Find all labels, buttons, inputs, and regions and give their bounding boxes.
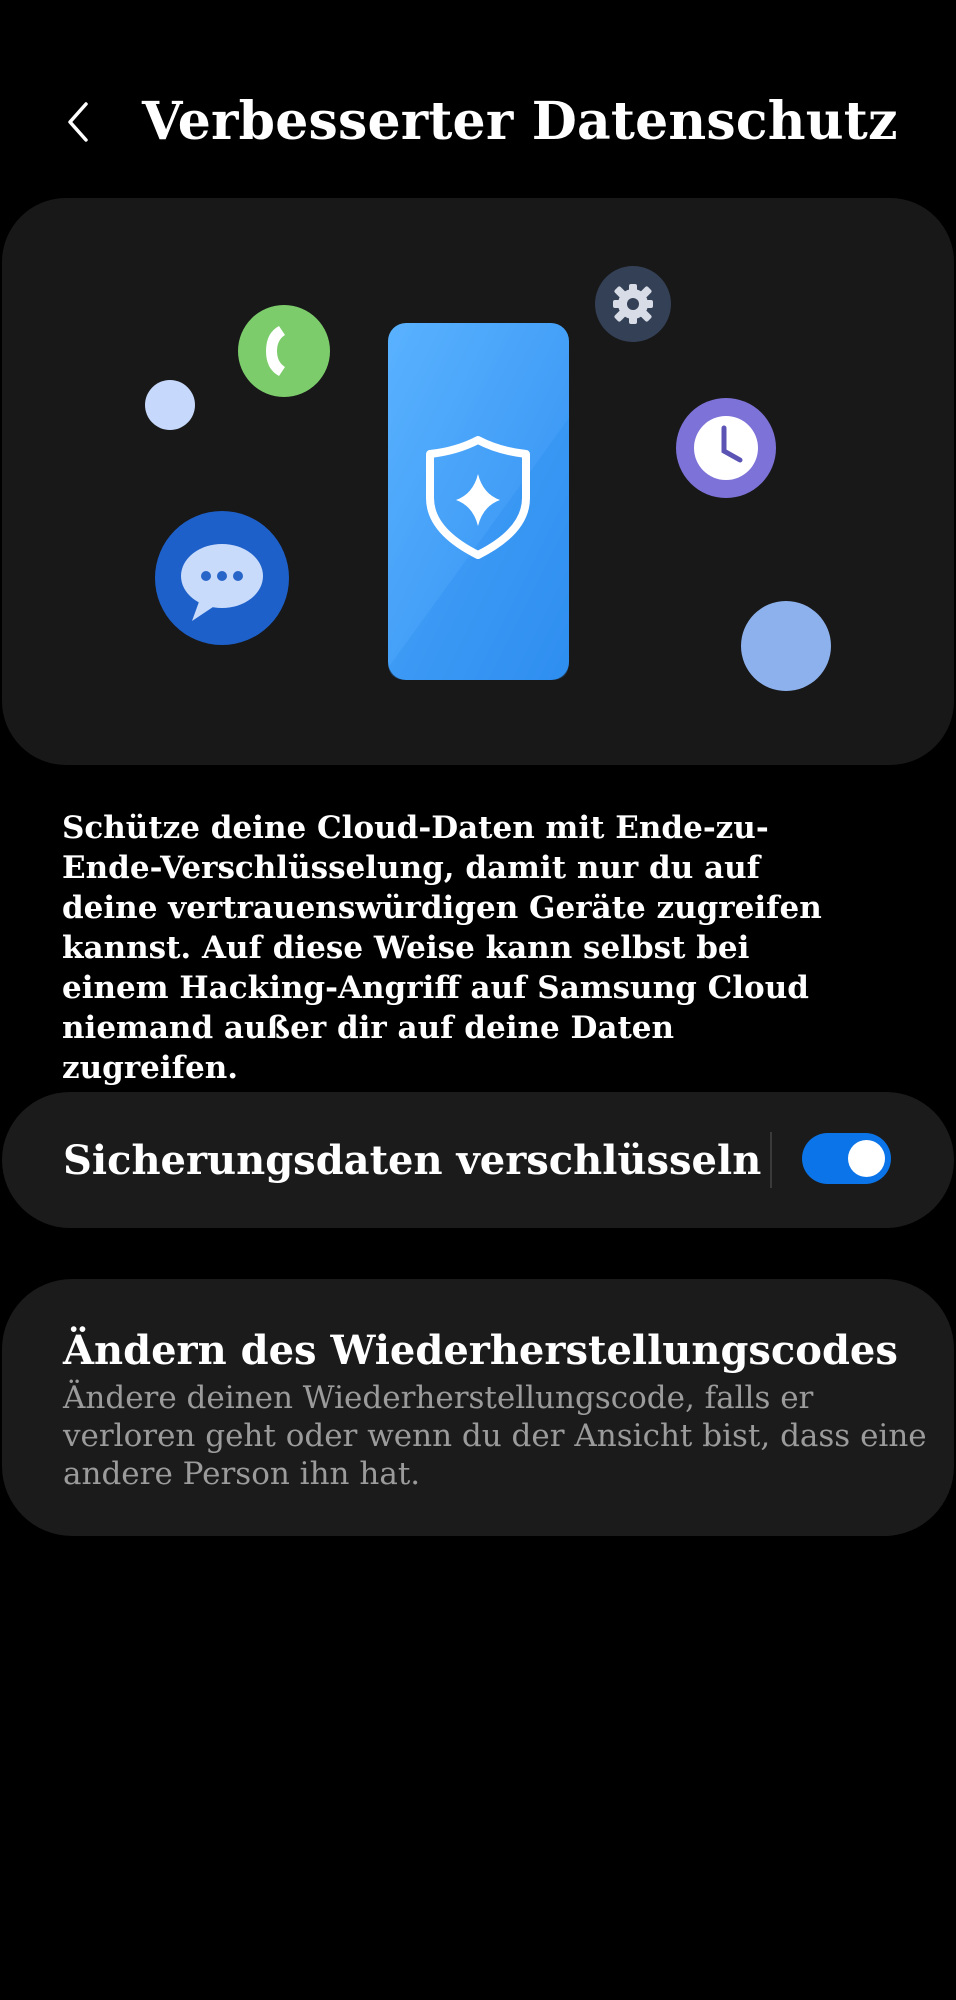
back-button[interactable] — [50, 92, 110, 152]
settings-gear-icon — [595, 266, 671, 342]
shield-star-icon — [388, 323, 569, 680]
page-title: Verbesserter Datenschutz — [142, 91, 898, 152]
header: Verbesserter Datenschutz — [0, 62, 956, 182]
chat-bubble-icon — [155, 511, 289, 645]
toggle-knob — [848, 1140, 885, 1177]
divider — [770, 1132, 772, 1188]
description-text: Schütze deine Cloud-Daten mit Ende-zu-En… — [62, 810, 822, 1086]
recovery-code-card[interactable]: Ändern des Wiederherstellungscodes Änder… — [2, 1279, 954, 1536]
recovery-code-description: Ändere deinen Wiederherstellungscode, fa… — [63, 1380, 927, 1492]
encrypt-backup-label: Sicherungsdaten verschlüsseln — [63, 1137, 762, 1184]
hero-illustration — [2, 198, 954, 765]
phone-call-icon — [238, 305, 330, 397]
encrypt-backup-card[interactable]: Sicherungsdaten verschlüsseln — [2, 1092, 954, 1228]
hero-svg — [145, 266, 831, 691]
encrypt-backup-toggle[interactable] — [802, 1133, 891, 1184]
chevron-left-icon — [68, 102, 88, 142]
light-bubble-icon — [145, 380, 195, 430]
recovery-code-title: Ändern des Wiederherstellungscodes — [63, 1327, 898, 1374]
blue-bubble-icon — [741, 601, 831, 691]
clock-icon — [676, 398, 776, 498]
